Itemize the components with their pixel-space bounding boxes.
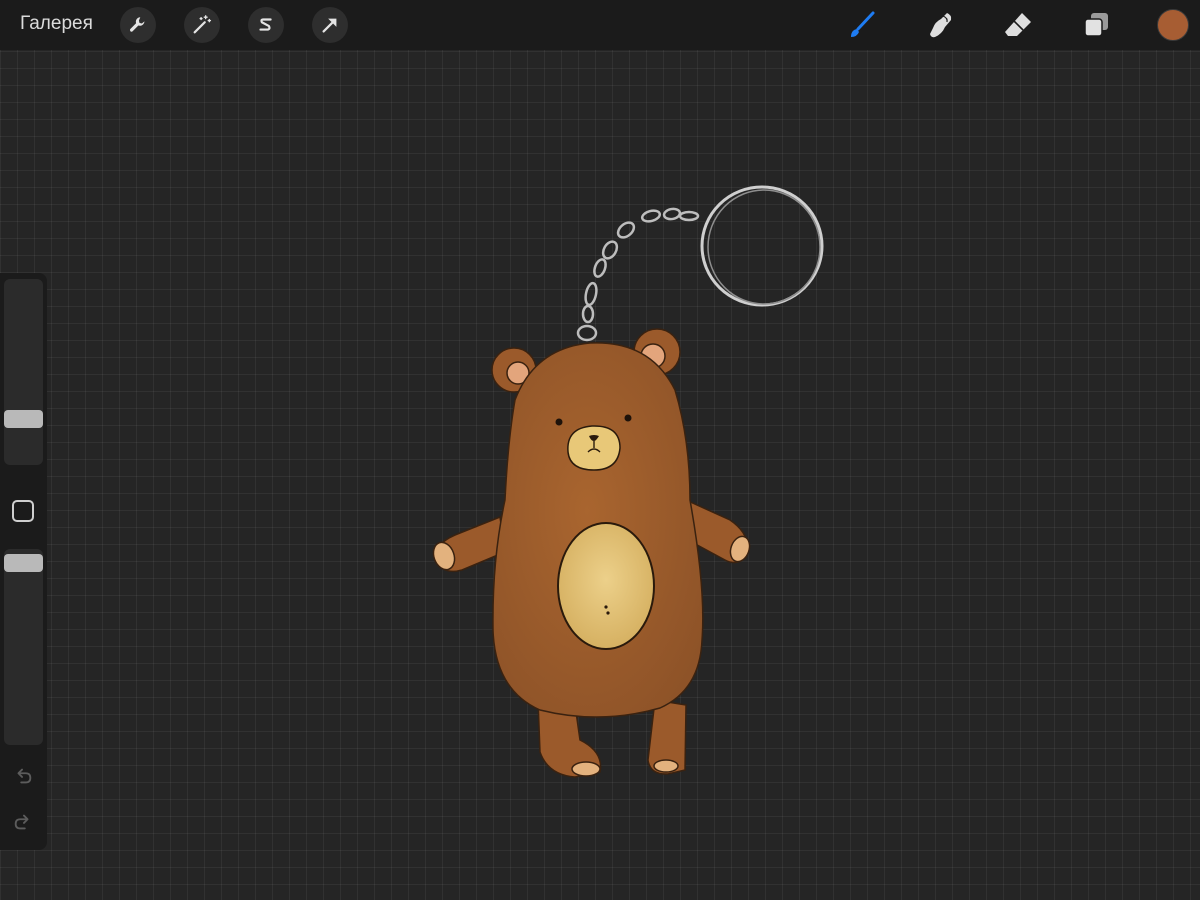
smudge-tool-button[interactable] bbox=[920, 7, 960, 43]
key-ring bbox=[700, 185, 824, 307]
layers-icon bbox=[1084, 13, 1108, 37]
left-sidebar bbox=[0, 273, 47, 850]
adjustments-button[interactable] bbox=[184, 7, 220, 43]
magic-wand-icon bbox=[193, 15, 212, 34]
brush-size-thumb[interactable] bbox=[4, 410, 43, 428]
brush-size-slider[interactable] bbox=[4, 279, 43, 465]
color-picker-swatch[interactable] bbox=[1157, 9, 1189, 41]
undo-icon bbox=[17, 768, 32, 784]
selection-button[interactable] bbox=[248, 7, 284, 43]
eraser-tool-button[interactable] bbox=[998, 7, 1038, 43]
redo-icon bbox=[14, 814, 29, 830]
selection-s-icon bbox=[259, 18, 272, 31]
undo-button[interactable] bbox=[9, 762, 37, 790]
top-toolbar: Галерея bbox=[0, 0, 1200, 50]
eraser-icon bbox=[1005, 13, 1031, 36]
bear-belly bbox=[557, 522, 655, 650]
layers-button[interactable] bbox=[1076, 7, 1116, 43]
bear-keychain-artwork bbox=[432, 185, 824, 778]
opacity-slider[interactable] bbox=[4, 549, 43, 745]
brush-icon bbox=[851, 11, 875, 37]
actions-wrench-button[interactable] bbox=[120, 7, 156, 43]
smudge-finger-icon bbox=[930, 13, 952, 38]
redo-button[interactable] bbox=[9, 808, 37, 836]
wrench-icon bbox=[129, 17, 145, 32]
brush-tool-button[interactable] bbox=[842, 7, 882, 43]
key-chain bbox=[576, 207, 700, 342]
transform-button[interactable] bbox=[312, 7, 348, 43]
gallery-button[interactable]: Галерея bbox=[20, 13, 93, 35]
opacity-thumb[interactable] bbox=[4, 554, 43, 572]
square-modify-icon[interactable] bbox=[12, 500, 34, 522]
arrow-cursor-icon bbox=[322, 18, 337, 33]
